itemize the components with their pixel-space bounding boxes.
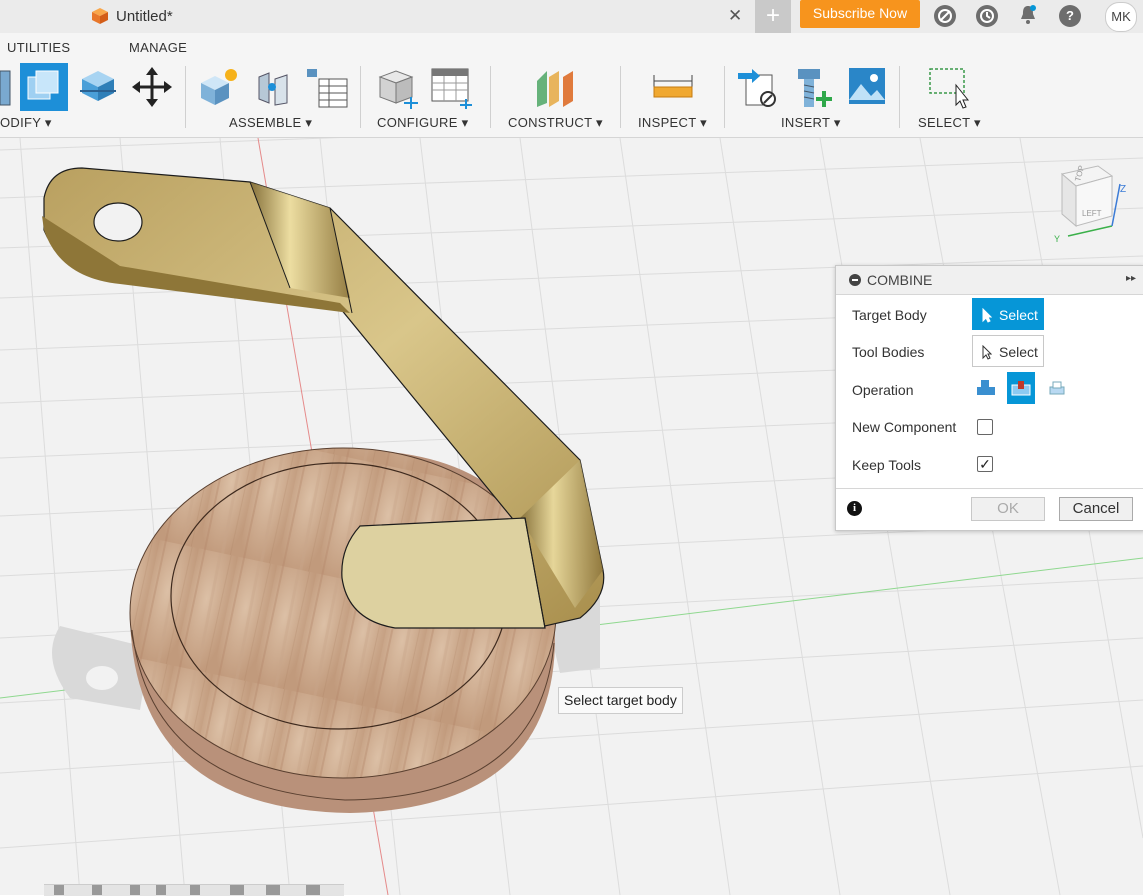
tab-utilities[interactable]: UTILITIES [7,40,70,55]
target-body-label: Target Body [852,307,927,323]
new-component-checkbox[interactable] [977,419,993,435]
look-at-icon[interactable] [92,885,102,895]
separator [724,66,725,128]
target-body-select-button[interactable]: Select [972,298,1044,330]
fillet-icon[interactable] [20,63,68,111]
dialog-title: COMBINE [867,272,933,288]
move-icon[interactable] [132,67,172,107]
info-icon[interactable]: i [847,501,862,516]
operation-cut-button[interactable] [1007,372,1035,404]
shell-icon[interactable] [78,67,118,107]
cancel-button[interactable]: Cancel [1059,497,1133,521]
operation-intersect-button[interactable] [1043,372,1071,404]
pan-icon[interactable] [130,885,140,895]
separator [899,66,900,128]
separator [490,66,491,128]
construct-menu[interactable]: CONSTRUCT ▾ [508,115,603,131]
wood-base-body[interactable] [129,447,557,813]
viewcube-axis-z: Z [1120,184,1126,195]
inspect-menu[interactable]: INSPECT ▾ [638,115,707,131]
separator [185,66,186,128]
shadow-hole [86,666,118,690]
zoom-icon[interactable] [156,885,166,895]
ribbon-toolbar: UTILITIES MANAGE ODIFY ▾ ASSEMBLE ▾ CONF… [0,33,1143,138]
combine-dialog: COMBINE ▸▸ Target Body Select Tool Bodie… [835,265,1143,531]
dialog-footer-divider [836,488,1143,489]
operation-label: Operation [852,382,914,398]
assemble-menu[interactable]: ASSEMBLE ▾ [229,115,312,131]
join-icon [977,380,995,395]
bill-of-materials-icon[interactable] [305,67,349,109]
select-window-icon[interactable] [928,67,972,109]
grid-settings-icon[interactable] [266,885,280,895]
orbit-icon[interactable] [54,885,64,895]
select-menu[interactable]: SELECT ▾ [918,115,981,131]
cursor-arrow-icon [982,345,992,360]
cut-icon [1011,381,1031,396]
keep-tools-checkbox[interactable]: ✓ [977,456,993,472]
configure-icon[interactable] [376,67,420,109]
collapse-icon[interactable] [849,274,861,286]
document-tab[interactable]: Untitled* ✕ [0,0,752,33]
tool-bodies-select-button[interactable]: Select [972,335,1044,367]
offset-plane-icon[interactable] [535,67,577,109]
close-tab-icon[interactable]: ✕ [728,6,742,26]
joint-icon[interactable] [253,67,295,109]
new-tab-button[interactable]: + [755,0,791,33]
insert-canvas-icon[interactable] [848,67,886,105]
keep-tools-label: Keep Tools [852,457,922,473]
separator [360,66,361,128]
user-avatar[interactable]: MK [1105,2,1137,32]
viewcube-left-label: LEFT [1082,209,1102,218]
modify-menu[interactable]: ODIFY ▾ [0,115,52,131]
new-component-icon[interactable] [197,67,239,109]
viewcube-axis-y: Y [1054,234,1060,244]
intersect-icon [1049,381,1065,395]
insert-menu[interactable]: INSERT ▾ [781,115,841,131]
tool-bodies-label: Tool Bodies [852,344,925,360]
subscribe-button[interactable]: Subscribe Now [800,0,920,28]
view-cube[interactable]: TOP LEFT Y Z [1050,164,1130,248]
tab-manage[interactable]: MANAGE [129,40,187,55]
insert-derive-icon[interactable] [738,67,782,109]
configuration-table-icon[interactable] [430,67,474,109]
job-status-icon[interactable] [976,5,998,27]
tool-bodies-select-label: Select [999,344,1038,360]
operation-join-button[interactable] [972,372,1000,404]
measure-icon[interactable] [652,73,694,101]
document-cube-icon [92,8,108,24]
selection-tooltip: Select target body [558,687,683,714]
ok-button[interactable]: OK [971,497,1045,521]
expand-dialog-icon[interactable]: ▸▸ [1126,273,1136,284]
fit-icon[interactable] [190,885,200,895]
new-component-label: New Component [852,419,957,435]
viewports-icon[interactable] [306,885,320,895]
cursor-arrow-icon [982,308,992,323]
display-settings-icon[interactable] [230,885,244,895]
document-title: Untitled* [116,8,173,25]
notifications-bell-icon[interactable] [1018,4,1038,31]
target-body-select-label: Select [999,307,1038,323]
title-bar: Untitled* ✕ + Subscribe Now ? MK [0,0,1143,33]
press-pull-icon[interactable] [0,65,12,109]
configure-menu[interactable]: CONFIGURE ▾ [377,115,468,131]
help-icon[interactable]: ? [1059,5,1081,27]
dialog-header[interactable]: COMBINE ▸▸ [836,266,1143,295]
insert-mcmaster-icon[interactable] [794,67,834,111]
navigation-bar [44,884,344,896]
offline-status-icon[interactable] [934,5,956,27]
separator [620,66,621,128]
